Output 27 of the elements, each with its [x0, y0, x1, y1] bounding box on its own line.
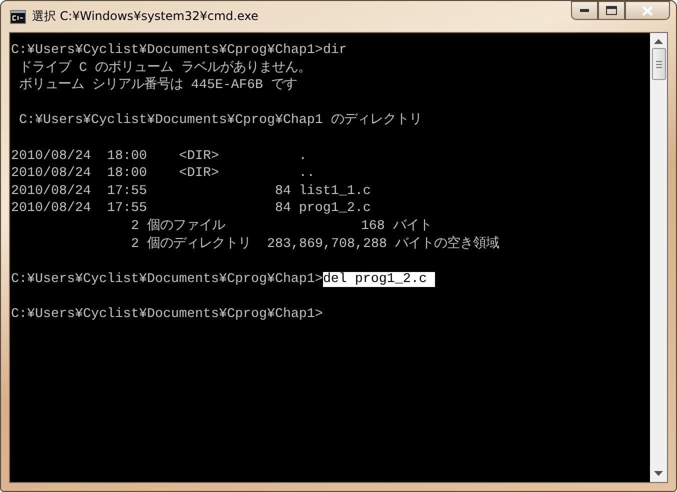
maximize-button[interactable]	[598, 1, 625, 20]
window-title: 選択 C:¥Windows¥system32¥cmd.exe	[32, 8, 258, 25]
console-output-line: C:¥Users¥Cyclist¥Documents¥Cprog¥Chap1 のディレクトリ	[18, 113, 422, 128]
console-output-line: ボリューム シリアル番号は 445E-AF6B です	[18, 78, 297, 94]
command-prompt: C:¥Users¥Cyclist¥Documents¥Cprog¥Chap1>	[11, 43, 323, 58]
command-prompt: C:¥Users¥Cyclist¥Documents¥Cprog¥Chap1>	[11, 272, 323, 287]
console-output-line: 2010/08/24 17:55 84 prog1_2.c	[11, 201, 371, 216]
console-app-icon	[10, 10, 26, 24]
console-output-line: 2010/08/24 18:00 <DIR> ..	[11, 166, 315, 182]
command-text: dir	[322, 43, 347, 58]
console-output-line: 2 個のディレクトリ 283,869,708,288 バイトの空き領域	[130, 236, 499, 252]
command-prompt: C:¥Users¥Cyclist¥Documents¥Cprog¥Chap1>	[11, 306, 323, 322]
grip-icon	[656, 60, 662, 68]
console-output-line: 2 個のファイル 168 バイト	[130, 218, 432, 234]
scroll-down-icon[interactable]	[654, 471, 663, 476]
console-output-line: 2010/08/24 18:00 <DIR> .	[11, 148, 307, 164]
scrollbar-thumb[interactable]	[652, 48, 666, 80]
scrollbar[interactable]	[650, 33, 667, 482]
console-output-line: 2010/08/24 17:55 84 list1_1.c	[11, 184, 371, 199]
scroll-up-icon[interactable]	[654, 39, 663, 44]
selected-command-text: del prog1_2.c	[322, 272, 435, 287]
maximize-icon	[606, 6, 617, 15]
close-icon	[642, 6, 653, 16]
minimize-icon	[580, 9, 589, 12]
console-output-line: ドライブ C のボリューム ラベルがありません。	[18, 60, 311, 76]
minimize-button[interactable]	[571, 1, 598, 20]
close-button[interactable]	[625, 1, 670, 20]
